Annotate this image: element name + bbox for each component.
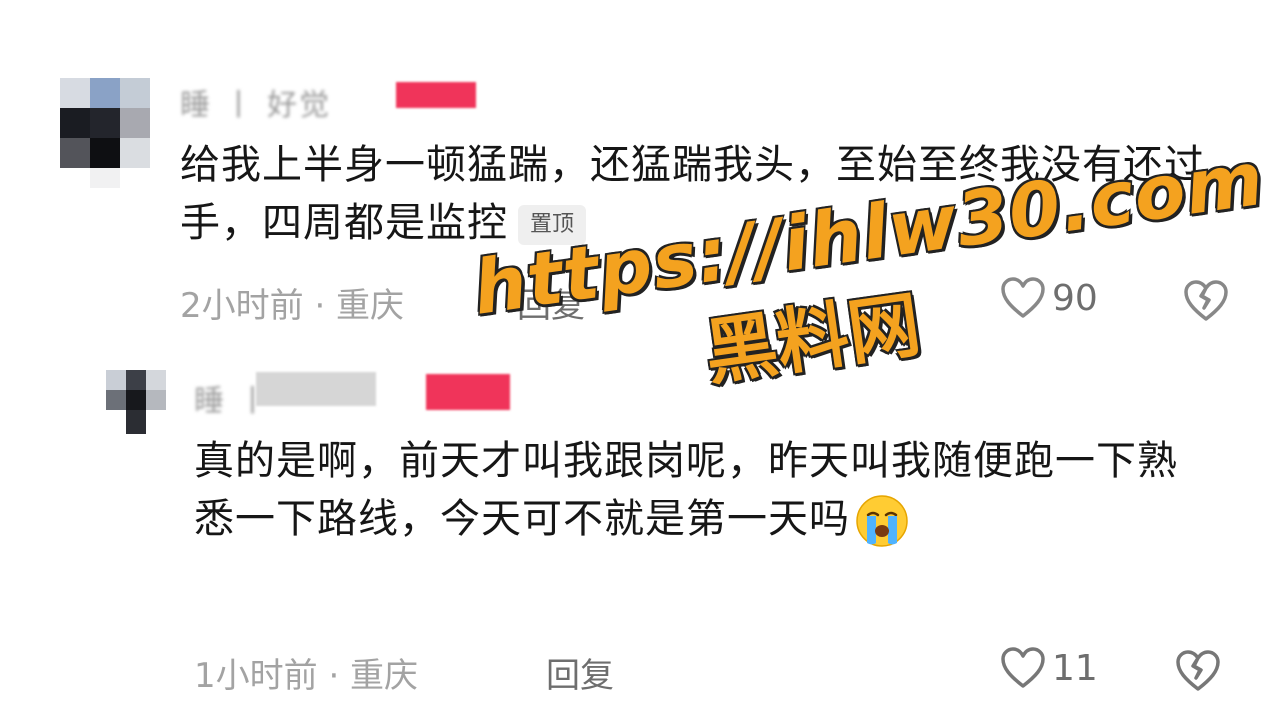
comment-time-location: 1小时前 · 重庆 — [194, 656, 419, 696]
broken-heart-icon — [1176, 650, 1220, 691]
avatar[interactable] — [106, 370, 166, 434]
pinned-badge: 置顶 — [518, 205, 587, 245]
loudly-crying-face-icon — [856, 495, 908, 547]
comment-text: 给我上半身一顿猛踹，还猛踹我头，至始至终我没有还过手，四周都是监控 置顶 — [180, 136, 1240, 252]
username[interactable]: 睡 丨 好觉 — [180, 80, 331, 124]
comment-item: 睡 丨 真的是啊，前天才叫我跟岗呢，昨天叫我随便跑一下熟悉一下路线，今天可不就是… — [0, 340, 1280, 728]
avatar[interactable] — [50, 78, 160, 188]
like-button[interactable]: 90 — [1000, 276, 1098, 320]
reply-button[interactable]: 回复 — [517, 278, 585, 327]
author-tag — [396, 82, 476, 108]
like-count: 11 — [1052, 647, 1098, 689]
comment-time-location: 2小时前 · 重庆 — [180, 286, 405, 326]
reply-button[interactable]: 回复 — [546, 648, 614, 697]
comment-item: 睡 丨 好觉 给我上半身一顿猛踹，还猛踹我头，至始至终我没有还过手，四周都是监控… — [0, 0, 1280, 340]
dislike-button[interactable] — [1174, 648, 1222, 696]
comment-text-content: 真的是啊，前天才叫我跟岗呢，昨天叫我随便跑一下熟悉一下路线，今天可不就是第一天吗 — [194, 438, 1178, 542]
like-count: 90 — [1052, 277, 1098, 319]
comment-text: 真的是啊，前天才叫我跟岗呢，昨天叫我随便跑一下熟悉一下路线，今天可不就是第一天吗 — [194, 432, 1204, 549]
broken-heart-icon — [1184, 280, 1228, 321]
dislike-button[interactable] — [1182, 278, 1230, 326]
author-tag — [426, 374, 510, 410]
heart-icon — [1001, 647, 1045, 688]
heart-icon — [1001, 277, 1045, 318]
like-button[interactable]: 11 — [1000, 646, 1098, 690]
username-mosaic — [256, 372, 376, 406]
comment-text-content: 给我上半身一顿猛踹，还猛踹我头，至始至终我没有还过手，四周都是监控 — [180, 142, 1205, 246]
